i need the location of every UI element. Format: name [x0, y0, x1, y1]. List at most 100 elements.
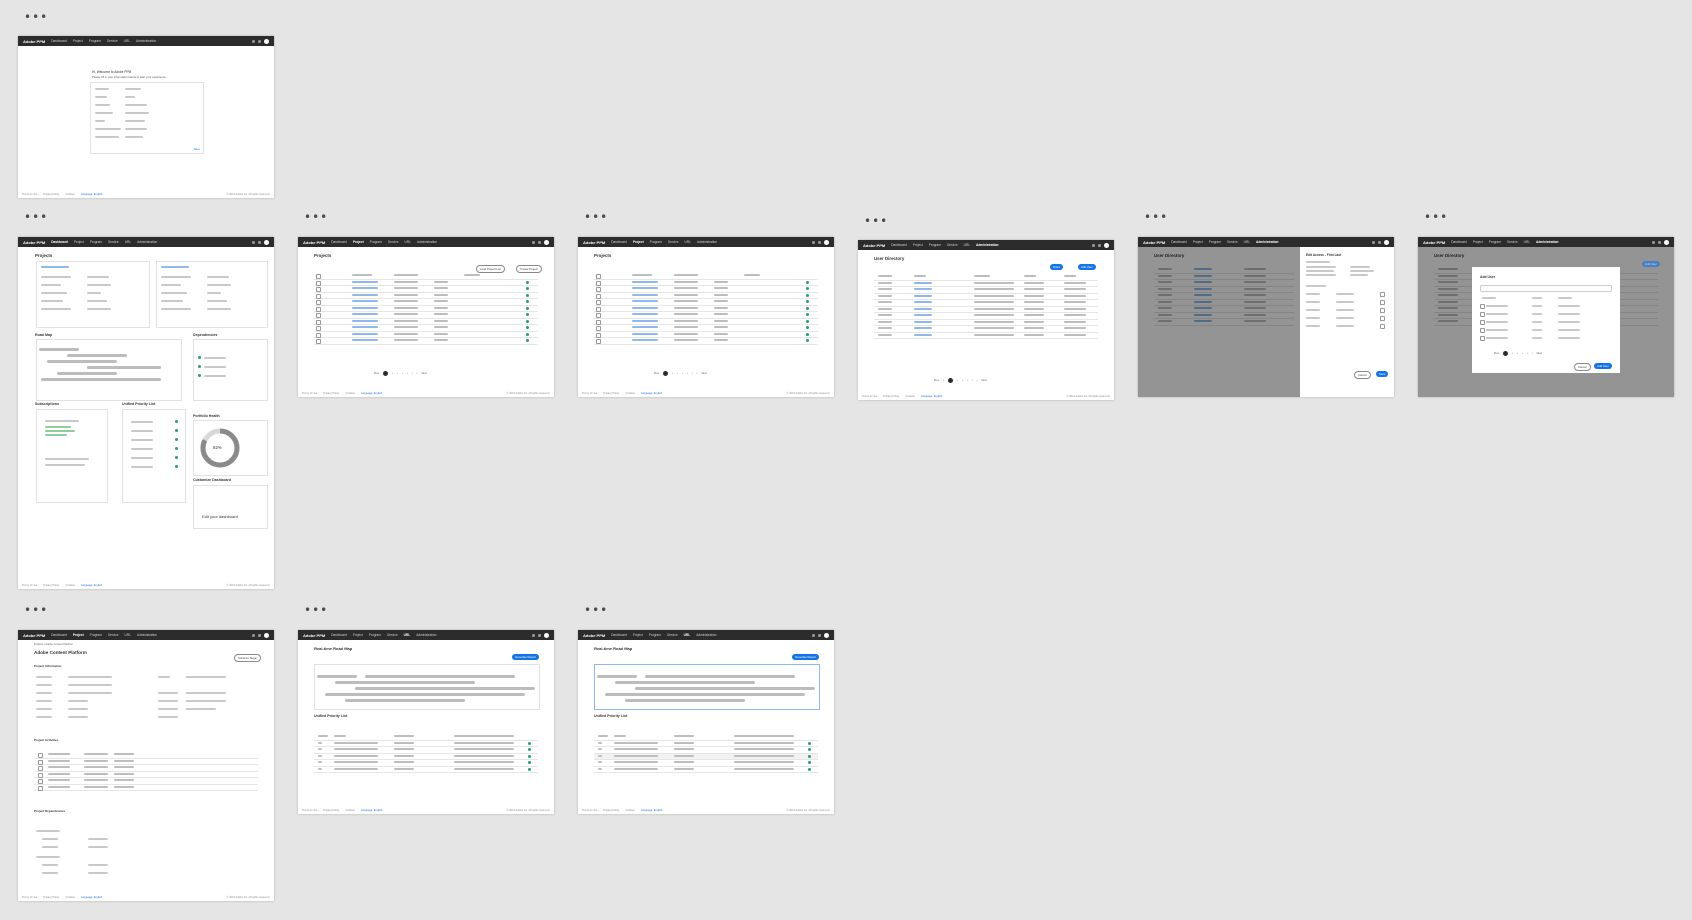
bell-icon[interactable]: [538, 240, 541, 244]
nav-url[interactable]: URL: [1524, 240, 1530, 244]
footer-cookies[interactable]: Cookies: [65, 584, 74, 587]
nav-admin[interactable]: Administration: [1256, 240, 1279, 244]
nav-dashboard[interactable]: Dashboard: [1171, 240, 1187, 244]
frame-menu-icon[interactable]: •••: [864, 215, 888, 227]
nav-program[interactable]: Program: [89, 39, 101, 43]
help-icon[interactable]: [252, 240, 255, 244]
nav-project[interactable]: Project: [73, 39, 83, 43]
footer-terms[interactable]: Terms of Use: [22, 193, 37, 196]
nav-project[interactable]: Project: [73, 633, 84, 637]
nav-dashboard[interactable]: Dashboard: [611, 240, 627, 244]
pagination[interactable]: Prev • • • • • • Next: [374, 371, 427, 376]
nav-project[interactable]: Project: [353, 633, 363, 637]
footer-privacy[interactable]: Privacy Policy: [43, 584, 59, 587]
footer-cookies[interactable]: Cookies: [65, 193, 74, 196]
pagination[interactable]: Prev • • • • • • Next: [654, 371, 707, 376]
frame-menu-icon[interactable]: •••: [24, 11, 48, 23]
footer-privacy[interactable]: Privacy Policy: [43, 896, 59, 899]
page-current[interactable]: [383, 371, 389, 376]
advance-stage-button[interactable]: Advance Stage: [234, 654, 261, 662]
help-icon[interactable]: [252, 39, 255, 43]
nav-admin[interactable]: Administration: [416, 633, 436, 637]
nav-program[interactable]: Program: [650, 240, 662, 244]
pagination[interactable]: Prev • • • • • Next: [1494, 351, 1542, 356]
app-logo[interactable]: Adobe PPM: [863, 243, 885, 248]
footer-language[interactable]: Language: English: [361, 392, 383, 395]
bell-icon[interactable]: [818, 240, 821, 244]
nav-service[interactable]: Service: [667, 633, 678, 637]
cancel-button[interactable]: Cancel: [1574, 363, 1591, 371]
footer-language[interactable]: Language: English: [81, 193, 103, 196]
nav-admin[interactable]: Administration: [976, 243, 999, 247]
nav-admin[interactable]: Administration: [137, 633, 157, 637]
nav-admin[interactable]: Administration: [696, 633, 716, 637]
avatar[interactable]: [1384, 239, 1389, 245]
footer-terms[interactable]: Terms of Use: [22, 584, 37, 587]
avatar[interactable]: [1104, 242, 1109, 248]
search-input[interactable]: [1480, 285, 1612, 292]
nav-service[interactable]: Service: [668, 240, 679, 244]
nav-admin[interactable]: Administration: [417, 240, 437, 244]
footer-language[interactable]: Language: English: [921, 395, 943, 398]
nav-url[interactable]: URL: [404, 633, 411, 637]
frame-menu-icon[interactable]: •••: [584, 604, 608, 616]
footer-cookies[interactable]: Cookies: [345, 392, 354, 395]
footer-terms[interactable]: Terms of Use: [302, 392, 317, 395]
nav-service[interactable]: Service: [1507, 240, 1518, 244]
app-logo[interactable]: Adobe PPM: [1423, 240, 1445, 245]
bell-icon[interactable]: [1098, 243, 1101, 247]
nav-service[interactable]: Service: [387, 633, 398, 637]
footer-terms[interactable]: Terms of Use: [862, 395, 877, 398]
frame-menu-icon[interactable]: •••: [1144, 211, 1168, 223]
footer-terms[interactable]: Terms of Use: [22, 896, 37, 899]
help-icon[interactable]: [532, 240, 535, 244]
avatar[interactable]: [824, 239, 829, 245]
bell-icon[interactable]: [1658, 240, 1661, 244]
avatar[interactable]: [544, 632, 549, 638]
help-icon[interactable]: [252, 633, 255, 637]
bell-icon[interactable]: [258, 633, 261, 637]
footer-privacy[interactable]: Privacy Policy: [323, 392, 339, 395]
nav-service[interactable]: Service: [108, 240, 119, 244]
footer-cookies[interactable]: Cookies: [625, 392, 634, 395]
nav-dashboard[interactable]: Dashboard: [891, 243, 907, 247]
help-icon[interactable]: [1652, 240, 1655, 244]
app-logo[interactable]: Adobe PPM: [303, 240, 325, 245]
breadcrumb[interactable]: Projects / Adobe Content Platform: [34, 643, 73, 646]
prev-button[interactable]: Prev: [654, 372, 659, 375]
nav-program[interactable]: Program: [649, 633, 661, 637]
nav-admin[interactable]: Administration: [136, 39, 156, 43]
confirm-add-button[interactable]: Add User: [1594, 363, 1612, 369]
app-logo[interactable]: Adobe PPM: [23, 39, 45, 44]
nav-admin[interactable]: Administration: [137, 240, 157, 244]
nav-dashboard[interactable]: Dashboard: [1451, 240, 1467, 244]
avatar[interactable]: [264, 632, 269, 638]
nav-dashboard[interactable]: Dashboard: [51, 39, 67, 43]
help-icon[interactable]: [532, 633, 535, 637]
nav-project[interactable]: Project: [913, 243, 923, 247]
footer-language[interactable]: Language: English: [641, 392, 663, 395]
nav-url[interactable]: URL: [684, 633, 691, 637]
create-project-button[interactable]: Create Project: [516, 265, 542, 273]
prev-button[interactable]: Prev: [374, 372, 379, 375]
nav-url[interactable]: URL: [964, 243, 970, 247]
footer-cookies[interactable]: Cookies: [625, 809, 634, 812]
nav-dashboard[interactable]: Dashboard: [51, 633, 67, 637]
nav-program[interactable]: Program: [370, 240, 382, 244]
bell-icon[interactable]: [538, 633, 541, 637]
next-button[interactable]: Next: [421, 372, 426, 375]
help-icon[interactable]: [1372, 240, 1375, 244]
footer-cookies[interactable]: Cookies: [65, 896, 74, 899]
add-user-button[interactable]: Add User: [1078, 264, 1096, 270]
next-button[interactable]: Next: [1537, 352, 1542, 355]
nav-dashboard[interactable]: Dashboard: [331, 633, 347, 637]
nav-url[interactable]: URL: [125, 633, 131, 637]
help-icon[interactable]: [1092, 243, 1095, 247]
nav-project[interactable]: Project: [353, 240, 364, 244]
app-logo[interactable]: Adobe PPM: [583, 633, 605, 638]
page-current[interactable]: [1503, 351, 1509, 356]
nav-service[interactable]: Service: [1227, 240, 1238, 244]
save-button[interactable]: Save: [194, 147, 200, 151]
bell-icon[interactable]: [1378, 240, 1381, 244]
footer-privacy[interactable]: Privacy Policy: [603, 809, 619, 812]
